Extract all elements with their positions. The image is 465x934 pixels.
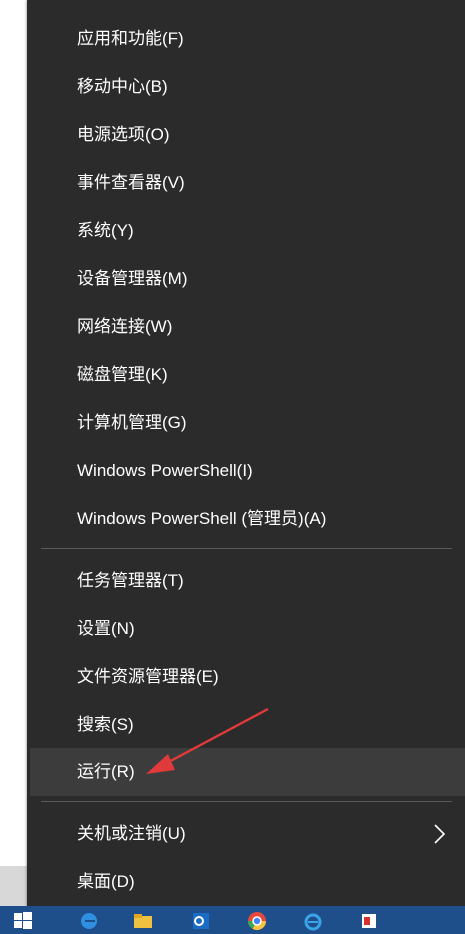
menu-item-label: Windows PowerShell(I) <box>77 461 253 480</box>
menu-item-search[interactable]: 搜索(S) <box>30 701 465 749</box>
menu-separator <box>41 801 452 802</box>
menu-separator <box>41 548 452 549</box>
menu-item-system[interactable]: 系统(Y) <box>30 207 465 255</box>
menu-item-powershell[interactable]: Windows PowerShell(I) <box>30 447 465 495</box>
menu-item-label: 关机或注销(U) <box>77 824 186 843</box>
menu-item-label: 任务管理器(T) <box>77 571 184 590</box>
ie-icon[interactable] <box>302 910 324 932</box>
menu-item-label: 事件查看器(V) <box>77 173 185 192</box>
menu-item-settings[interactable]: 设置(N) <box>30 605 465 653</box>
menu-item-task-manager[interactable]: 任务管理器(T) <box>30 557 465 605</box>
menu-item-label: 电源选项(O) <box>77 125 170 144</box>
menu-item-label: 搜索(S) <box>77 715 134 734</box>
menu-item-computer-management[interactable]: 计算机管理(G) <box>30 399 465 447</box>
taskbar <box>0 906 465 934</box>
menu-item-label: Windows PowerShell (管理员)(A) <box>77 509 327 528</box>
background-window-edge <box>0 0 28 870</box>
background-window-bottom <box>0 866 27 906</box>
menu-item-label: 运行(R) <box>77 762 135 781</box>
menu-item-powershell-admin[interactable]: Windows PowerShell (管理员)(A) <box>30 495 465 543</box>
file-explorer-icon[interactable] <box>132 910 154 932</box>
menu-item-label: 磁盘管理(K) <box>77 365 168 384</box>
menu-item-label: 设置(N) <box>77 619 135 638</box>
menu-item-label: 桌面(D) <box>77 872 135 891</box>
winx-context-menu: 应用和功能(F) 移动中心(B) 电源选项(O) 事件查看器(V) 系统(Y) … <box>27 0 465 916</box>
chevron-right-icon <box>434 824 446 844</box>
menu-item-disk-management[interactable]: 磁盘管理(K) <box>30 351 465 399</box>
chrome-icon[interactable] <box>246 910 268 932</box>
menu-item-label: 设备管理器(M) <box>77 269 188 288</box>
windows-start-icon[interactable] <box>12 910 34 932</box>
menu-item-power-options[interactable]: 电源选项(O) <box>30 111 465 159</box>
menu-item-label: 应用和功能(F) <box>77 29 184 48</box>
edge-icon[interactable] <box>78 910 100 932</box>
menu-item-label: 文件资源管理器(E) <box>77 667 219 686</box>
menu-item-event-viewer[interactable]: 事件查看器(V) <box>30 159 465 207</box>
menu-item-mobility-center[interactable]: 移动中心(B) <box>30 63 465 111</box>
menu-item-file-explorer[interactable]: 文件资源管理器(E) <box>30 653 465 701</box>
menu-item-label: 系统(Y) <box>77 221 134 240</box>
outlook-icon[interactable] <box>190 910 212 932</box>
menu-item-run[interactable]: 运行(R) <box>30 748 465 796</box>
menu-item-desktop[interactable]: 桌面(D) <box>30 858 465 906</box>
menu-item-apps-features[interactable]: 应用和功能(F) <box>30 15 465 63</box>
menu-item-label: 网络连接(W) <box>77 317 173 336</box>
menu-item-network-connections[interactable]: 网络连接(W) <box>30 303 465 351</box>
app-icon[interactable] <box>358 910 380 932</box>
menu-item-shutdown-signout[interactable]: 关机或注销(U) <box>30 810 465 858</box>
menu-item-label: 计算机管理(G) <box>77 413 187 432</box>
menu-item-label: 移动中心(B) <box>77 77 168 96</box>
menu-item-device-manager[interactable]: 设备管理器(M) <box>30 255 465 303</box>
